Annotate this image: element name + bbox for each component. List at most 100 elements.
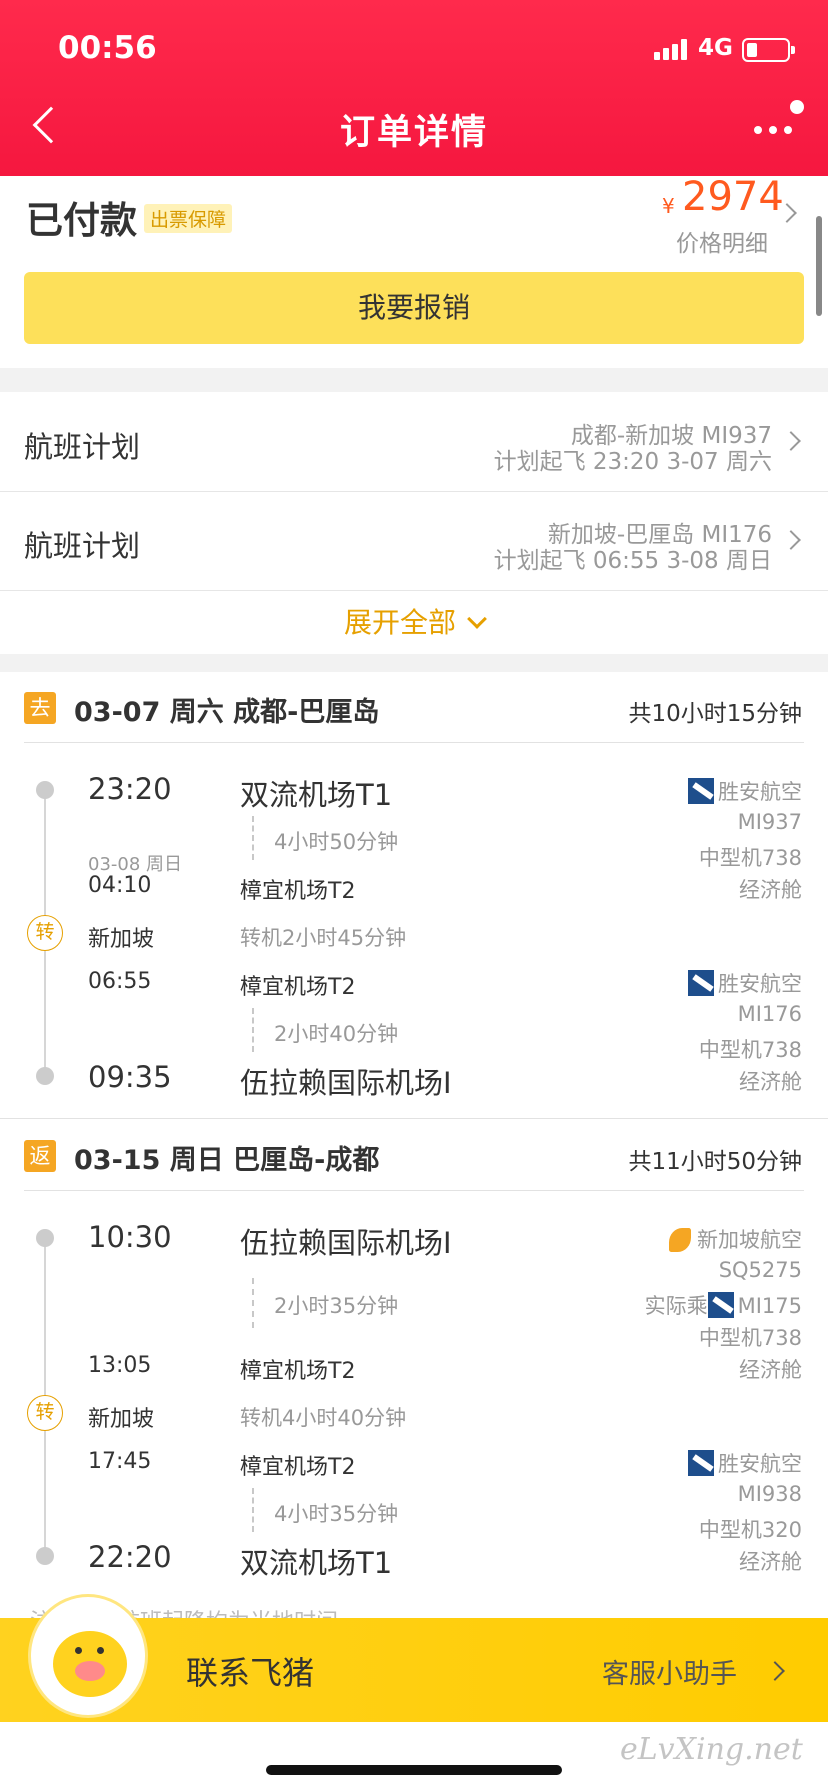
price-detail-link[interactable]: 价格明细 (676, 224, 768, 258)
actual-flight-label: 实际乘 (644, 1294, 708, 1318)
flight-number: MI176 (737, 1002, 802, 1026)
flight-number: MI938 (737, 1482, 802, 1506)
header-bar: 00:56 4G 订单详情 (0, 0, 828, 176)
aircraft-type: 中型机738 (698, 1326, 802, 1350)
aircraft-type: 中型机738 (698, 846, 802, 870)
notification-dot (790, 100, 804, 114)
signal-icon (654, 38, 690, 60)
expand-all-button[interactable]: 展开全部 (0, 592, 828, 654)
flight-dash (252, 1008, 254, 1052)
outbound-title: 03-07 周六 成都-巴厘岛 (74, 697, 380, 728)
network-type: 4G (698, 35, 733, 61)
aircraft-type: 中型机738 (698, 1038, 802, 1062)
departure-time: 10:30 (88, 1220, 172, 1254)
flight-dash (252, 1278, 254, 1328)
battery-icon (742, 38, 795, 62)
divider (24, 1190, 804, 1191)
singapore-airlines-logo-icon (669, 1228, 691, 1252)
status-time: 00:56 (58, 30, 157, 66)
airline: 胜安航空 (688, 1448, 802, 1478)
airline-name: 新加坡航空 (697, 1228, 802, 1252)
more-icon[interactable] (754, 126, 794, 136)
chevron-right-icon (781, 530, 801, 550)
return-title: 03-15 周日 巴厘岛-成都 (74, 1145, 380, 1176)
transfer-duration: 转机4小时40分钟 (240, 1406, 407, 1430)
flight-plan-row[interactable]: 航班计划 成都-新加坡 MI937 计划起飞 23:20 3-07 周六 (0, 394, 828, 492)
airline: 胜安航空 (688, 968, 802, 998)
shine-air-logo-icon (688, 778, 714, 804)
home-indicator[interactable] (266, 1765, 562, 1775)
departure-time: 06:55 (88, 969, 152, 994)
actual-flight: 实际乘 MI175 (645, 1290, 802, 1320)
watermark: eLvXing.net (620, 1732, 803, 1767)
page-title: 订单详情 (339, 113, 488, 153)
timeline-dot (36, 1067, 54, 1085)
chevron-right-icon (765, 1661, 785, 1681)
flight-duration: 4小时50分钟 (274, 830, 399, 854)
transfer-duration: 转机2小时45分钟 (240, 926, 407, 950)
departure-airport: 伍拉赖国际机场I (240, 1226, 452, 1260)
departure-airport: 樟宜机场T2 (240, 1455, 356, 1480)
outbound-tag: 去 (24, 692, 56, 724)
departure-airport: 樟宜机场T2 (240, 975, 356, 1000)
ticket-guarantee-badge: 出票保障 (144, 204, 233, 233)
flight-plan-row[interactable]: 航班计划 新加坡-巴厘岛 MI176 计划起飞 06:55 3-08 周日 (0, 493, 828, 591)
flight-duration: 2小时40分钟 (274, 1022, 399, 1046)
airline-name: 胜安航空 (718, 1452, 802, 1476)
flight-dash (252, 1488, 254, 1532)
transfer-icon: 转 (27, 915, 63, 951)
arrival-airport: 伍拉赖国际机场I (240, 1066, 452, 1100)
arrival-time: 04:10 (88, 873, 152, 898)
arrival-airport: 樟宜机场T2 (240, 1359, 356, 1384)
departure-time: 17:45 (88, 1449, 152, 1474)
flight-plan-schedule: 计划起飞 06:55 3-08 周日 (493, 548, 772, 574)
shine-air-logo-icon (707, 1292, 734, 1318)
transfer-city: 新加坡 (88, 927, 155, 952)
airline-name: 胜安航空 (718, 972, 802, 996)
arrival-time: 13:05 (88, 1353, 152, 1378)
shine-air-logo-icon (688, 970, 714, 996)
contact-fliggy-label[interactable]: 联系飞猪 (186, 1648, 314, 1694)
flight-plan-schedule: 计划起飞 23:20 3-07 周六 (493, 449, 772, 475)
departure-time: 23:20 (88, 772, 172, 806)
actual-flight-number: MI175 (737, 1294, 802, 1318)
customer-service-link[interactable]: 客服小助手 (602, 1652, 737, 1691)
flight-duration: 4小时35分钟 (274, 1502, 399, 1526)
divider (0, 1118, 828, 1119)
timeline-dot (36, 1547, 54, 1565)
section-divider (0, 654, 828, 672)
arrival-time: 09:35 (88, 1060, 172, 1094)
aircraft-type: 中型机320 (698, 1518, 802, 1542)
departure-airport: 双流机场T1 (240, 778, 393, 812)
flight-number: SQ5275 (718, 1258, 802, 1282)
flight-duration: 2小时35分钟 (274, 1294, 399, 1318)
timeline-dot (36, 1229, 54, 1247)
flight-plan-label: 航班计划 (24, 529, 141, 563)
arrival-airport: 双流机场T1 (240, 1546, 393, 1580)
flight-dash (252, 816, 254, 860)
airline-name: 胜安航空 (718, 780, 802, 804)
airline: 新加坡航空 (669, 1224, 802, 1254)
transfer-city: 新加坡 (88, 1407, 155, 1432)
section-divider (0, 368, 828, 392)
arrival-airport: 樟宜机场T2 (240, 879, 356, 904)
order-status: 已付款 (26, 199, 137, 242)
flight-number: MI937 (737, 810, 802, 834)
outbound-duration: 共10小时15分钟 (628, 701, 802, 727)
return-duration: 共11小时50分钟 (628, 1149, 802, 1175)
shine-air-logo-icon (688, 1450, 714, 1476)
transfer-icon: 转 (27, 1395, 63, 1431)
cabin-class: 经济舱 (739, 1358, 802, 1382)
cabin-class: 经济舱 (739, 1070, 802, 1094)
chevron-down-icon (467, 609, 487, 629)
order-price[interactable]: 2974 (682, 174, 784, 220)
return-tag: 返 (24, 1140, 56, 1172)
airline: 胜安航空 (688, 776, 802, 806)
arrival-time: 22:20 (88, 1540, 172, 1574)
timeline-dot (36, 781, 54, 799)
cabin-class: 经济舱 (739, 1550, 802, 1574)
reimburse-button[interactable]: 我要报销 (24, 272, 804, 344)
cabin-class: 经济舱 (739, 878, 802, 902)
scrollbar[interactable] (816, 216, 822, 316)
fliggy-mascot-icon[interactable] (28, 1594, 148, 1718)
